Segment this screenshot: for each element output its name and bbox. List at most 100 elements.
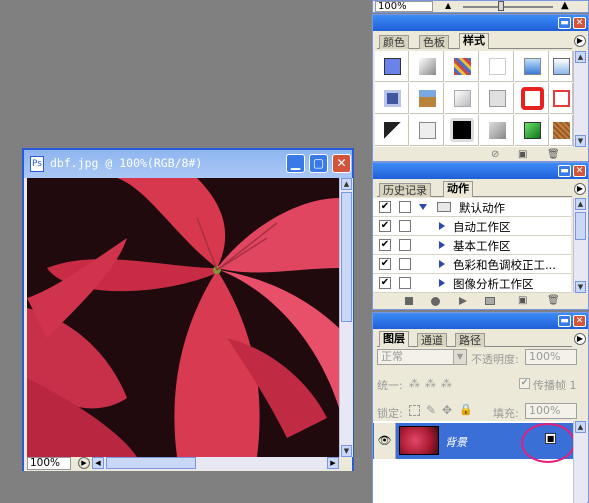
new-set-icon[interactable] <box>485 297 495 305</box>
tab-swatches[interactable]: 色板 <box>419 35 449 49</box>
layer-name[interactable]: 背景 <box>445 434 467 450</box>
style-swatch-12[interactable] <box>550 83 573 114</box>
tab-layers[interactable]: 图层 <box>379 331 409 347</box>
styles-scrollbar[interactable]: ▲ ▼ <box>573 51 587 147</box>
tab-color[interactable]: 颜色 <box>379 35 409 49</box>
style-swatch-2[interactable] <box>410 51 444 82</box>
canvas-image[interactable] <box>27 178 339 457</box>
maximize-button[interactable]: ▢ <box>309 154 328 173</box>
zoom-out-icon[interactable]: ▲ <box>445 2 455 10</box>
scroll-thumb[interactable] <box>341 192 352 322</box>
expand-arrow-icon[interactable] <box>419 204 427 210</box>
tab-channels[interactable]: 通道 <box>417 333 447 347</box>
style-swatch-9[interactable] <box>445 83 479 114</box>
play-icon[interactable] <box>459 297 467 305</box>
list-item[interactable]: ✔ 图像分析工作区 <box>373 274 571 293</box>
unify-position-icon[interactable]: ⁂ <box>409 377 420 390</box>
minimize-button[interactable]: ▬ <box>558 165 571 177</box>
scroll-up-icon[interactable]: ▲ <box>575 198 586 210</box>
propagate-checkbox[interactable]: ✔ <box>519 378 530 389</box>
style-swatch-13[interactable] <box>375 115 409 146</box>
fill-field[interactable]: 100% <box>525 403 577 419</box>
style-swatch-4[interactable] <box>480 51 514 82</box>
style-swatch-11[interactable] <box>515 83 549 114</box>
zoom-field[interactable]: 100% <box>375 1 433 12</box>
delete-style-icon[interactable]: 🗑 <box>547 149 560 160</box>
list-item[interactable]: ✔ 默认动作 <box>373 198 571 217</box>
new-style-icon[interactable]: ▣ <box>518 149 527 160</box>
zoom-in-icon[interactable]: ▲ <box>561 1 575 11</box>
lock-move-icon[interactable]: ✥ <box>442 403 452 417</box>
close-button[interactable]: ✕ <box>573 165 586 177</box>
minimize-button[interactable]: ▬ <box>558 17 571 29</box>
status-menu-icon[interactable]: ▶ <box>78 457 90 469</box>
zoom-slider[interactable] <box>463 6 553 8</box>
expand-arrow-icon[interactable] <box>439 260 445 268</box>
style-swatch-10[interactable] <box>480 83 514 114</box>
eye-icon[interactable]: 👁 <box>374 423 396 459</box>
checkbox-icon[interactable]: ✔ <box>379 220 391 232</box>
style-swatch-18[interactable] <box>550 115 573 146</box>
scroll-thumb[interactable] <box>106 457 196 469</box>
style-swatch-15[interactable] <box>445 115 479 146</box>
toggle-dialog-icon[interactable] <box>399 201 411 213</box>
checkbox-icon[interactable]: ✔ <box>379 201 391 213</box>
new-action-icon[interactable]: ▣ <box>518 295 527 306</box>
scroll-left-icon[interactable]: ◀ <box>92 457 104 469</box>
list-item[interactable]: ✔ 色彩和色调校正工... <box>373 255 571 274</box>
style-swatch-3[interactable] <box>445 51 479 82</box>
unify-style-icon[interactable]: ⁂ <box>441 377 452 390</box>
toggle-dialog-icon[interactable] <box>399 277 411 289</box>
layers-scrollbar[interactable]: ▲ <box>573 421 587 503</box>
panel-menu-icon[interactable]: ▶ <box>574 35 586 47</box>
checkbox-icon[interactable]: ✔ <box>379 258 391 270</box>
unify-visibility-icon[interactable]: ⁂ <box>425 377 436 390</box>
scroll-down-icon[interactable]: ▼ <box>575 281 586 293</box>
canvas-hscrollbar[interactable]: ◀ ▶ <box>92 457 339 470</box>
style-swatch-8[interactable] <box>410 83 444 114</box>
minimize-button[interactable]: ▁ <box>286 154 305 173</box>
tab-history[interactable]: 历史记录 <box>379 183 431 197</box>
toggle-dialog-icon[interactable] <box>399 258 411 270</box>
tab-paths[interactable]: 路径 <box>455 333 485 347</box>
list-item[interactable]: ✔ 基本工作区 <box>373 236 571 255</box>
scroll-right-icon[interactable]: ▶ <box>327 457 339 469</box>
record-icon[interactable] <box>431 297 440 306</box>
scroll-down-icon[interactable]: ▼ <box>575 135 586 147</box>
panel-menu-icon[interactable]: ▶ <box>574 333 586 345</box>
scroll-up-icon[interactable]: ▲ <box>575 51 586 63</box>
actions-scrollbar[interactable]: ▲ ▼ <box>573 198 587 293</box>
zoom-slider-thumb[interactable] <box>498 1 504 11</box>
expand-arrow-icon[interactable] <box>439 241 445 249</box>
style-swatch-17[interactable] <box>515 115 549 146</box>
checkbox-icon[interactable]: ✔ <box>379 239 391 251</box>
panel-menu-icon[interactable]: ▶ <box>574 183 586 195</box>
expand-arrow-icon[interactable] <box>439 279 445 287</box>
toggle-dialog-icon[interactable] <box>399 239 411 251</box>
canvas-vscrollbar[interactable]: ▲ ▼ <box>339 178 353 457</box>
scroll-up-icon[interactable]: ▲ <box>341 178 352 190</box>
minimize-button[interactable]: ▬ <box>558 315 571 327</box>
tab-styles[interactable]: 样式 <box>459 33 489 49</box>
lock-transparent-icon[interactable] <box>409 405 420 416</box>
chevron-down-icon[interactable]: ▼ <box>453 350 466 364</box>
close-button[interactable]: ✕ <box>332 154 351 173</box>
delete-action-icon[interactable]: 🗑 <box>547 295 560 306</box>
stop-icon[interactable] <box>405 297 413 305</box>
scroll-up-icon[interactable]: ▲ <box>575 421 586 433</box>
zoom-display[interactable]: 100% <box>27 457 71 470</box>
close-button[interactable]: ✕ <box>573 17 586 29</box>
checkbox-icon[interactable]: ✔ <box>379 277 391 289</box>
style-swatch-7[interactable] <box>375 83 409 114</box>
style-swatch-6[interactable] <box>550 51 573 82</box>
style-swatch-5[interactable] <box>515 51 549 82</box>
tab-actions[interactable]: 动作 <box>443 181 473 197</box>
lock-all-icon[interactable]: 🔒 <box>459 403 473 416</box>
clear-style-icon[interactable]: ⊘ <box>491 149 499 160</box>
opacity-field[interactable]: 100% <box>525 349 577 365</box>
style-swatch-14[interactable] <box>410 115 444 146</box>
scroll-thumb[interactable] <box>575 212 586 240</box>
style-swatch-16[interactable] <box>480 115 514 146</box>
close-button[interactable]: ✕ <box>573 315 586 327</box>
style-swatch-1[interactable] <box>375 51 409 82</box>
